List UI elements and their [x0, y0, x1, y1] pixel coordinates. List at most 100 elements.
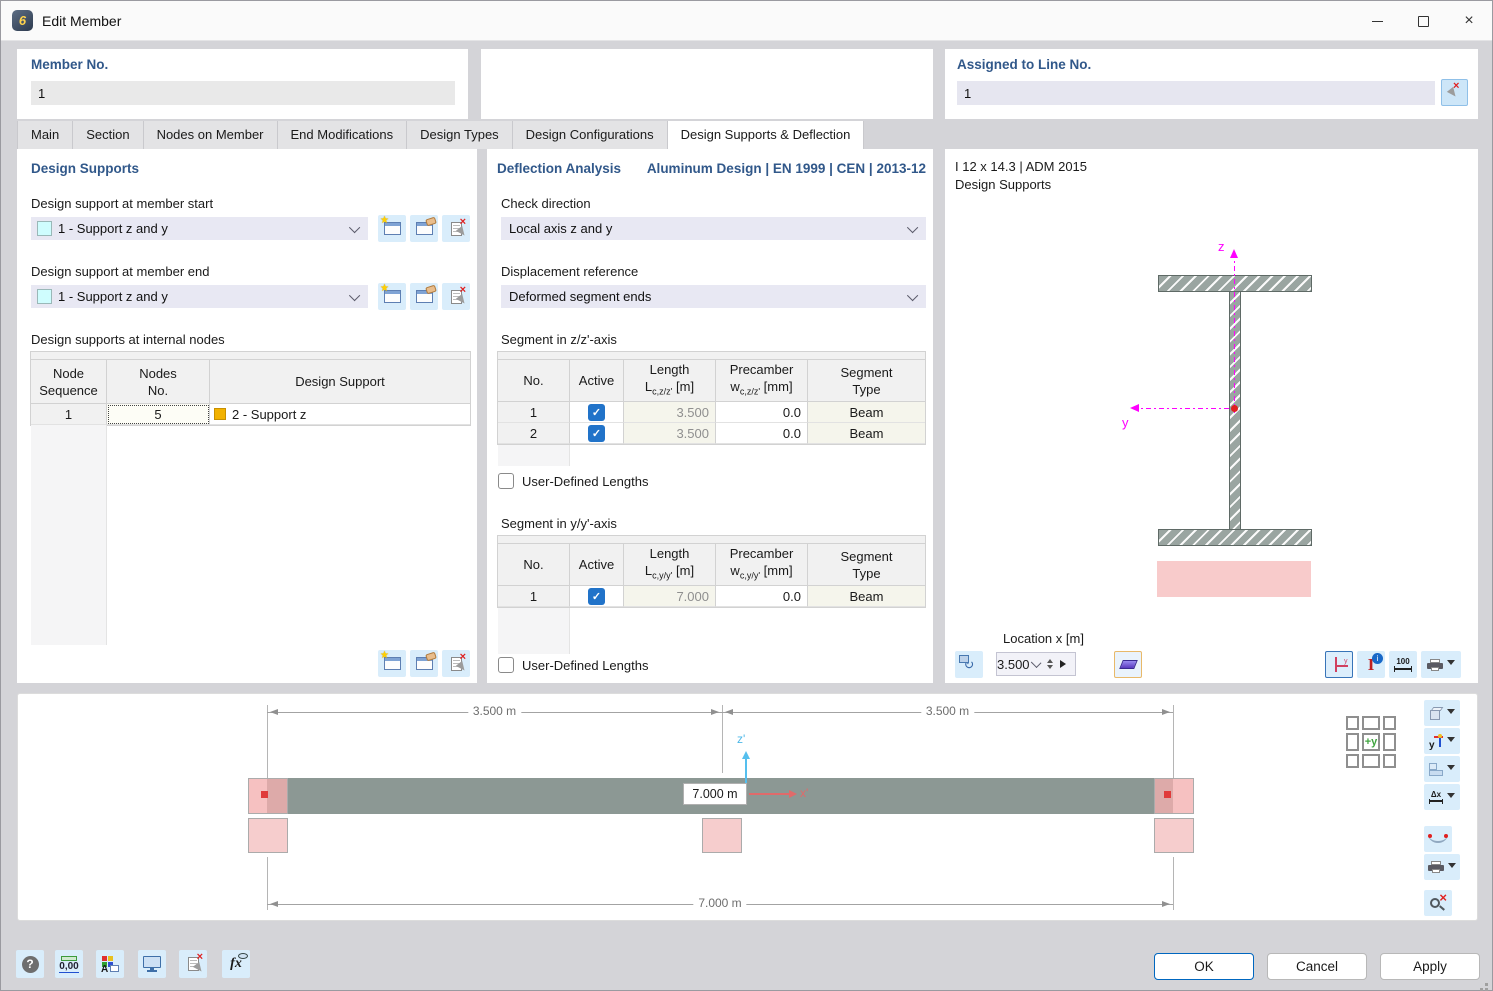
support-node-end[interactable] — [1154, 778, 1194, 814]
toggle-rendering-button[interactable]: ↻ — [955, 651, 983, 678]
minimize-button[interactable] — [1354, 1, 1400, 41]
delete-all-button[interactable]: × — [179, 950, 207, 978]
tab-main[interactable]: Main — [17, 121, 73, 149]
edit-support-end-button[interactable] — [410, 283, 438, 310]
segment-type-cell[interactable]: Beam — [808, 402, 925, 423]
delete-support-start-button[interactable]: × — [442, 215, 470, 242]
tab-design-configurations[interactable]: Design Configurations — [513, 121, 668, 149]
new-support-end-button[interactable]: ★ — [378, 283, 406, 310]
close-button[interactable]: × — [1446, 1, 1492, 41]
precamber-cell[interactable]: 0.0 — [716, 423, 808, 444]
location-x-spinner[interactable]: 3.500 — [996, 652, 1076, 676]
new-internal-support-button[interactable]: ★ — [378, 650, 406, 677]
step-forward-icon[interactable] — [1060, 660, 1070, 668]
extension-line — [722, 705, 723, 773]
print-section-button[interactable] — [1421, 651, 1461, 678]
location-x-value[interactable]: 3.500 — [997, 657, 1034, 672]
units-settings-button[interactable]: 0,00 — [55, 950, 83, 978]
precamber-cell[interactable]: 0.0 — [716, 586, 808, 607]
tab-nodes-on-member[interactable]: Nodes on Member — [144, 121, 278, 149]
delete-support-end-button[interactable]: × — [442, 283, 470, 310]
checkbox-checked[interactable]: ✓ — [588, 588, 605, 605]
solid-model-view-button[interactable] — [1424, 756, 1460, 782]
checkbox-checked[interactable]: ✓ — [588, 425, 605, 442]
user-defined-lengths-y[interactable]: User-Defined Lengths — [498, 657, 648, 673]
ok-button[interactable]: OK — [1154, 953, 1254, 980]
show-section-axes-button[interactable]: y — [1325, 651, 1353, 678]
section-info-button[interactable]: I i — [1357, 651, 1385, 678]
color-legend-icon: A — [101, 956, 119, 972]
display-properties-button[interactable]: A — [96, 950, 124, 978]
maximize-button[interactable] — [1400, 1, 1446, 41]
delete-internal-support-button[interactable]: × — [442, 650, 470, 677]
dimensions-button[interactable]: 100 — [1389, 651, 1417, 678]
member-no-input[interactable]: 1 — [31, 81, 455, 105]
length-cell: 7.000 — [624, 586, 716, 607]
edit-support-start-button[interactable] — [410, 215, 438, 242]
support-end-select[interactable]: 1 - Support z and y — [31, 285, 368, 308]
cell-nodes-no[interactable]: 5 — [107, 404, 210, 425]
tab-design-supports-deflection[interactable]: Design Supports & Deflection — [668, 121, 865, 149]
member-diagram-panel: 3.500 m 3.500 m 7.000 m z' x' 7.000 m — [17, 693, 1478, 921]
cancel-zoom-button[interactable]: × — [1424, 890, 1452, 916]
active-cell[interactable]: ✓ — [570, 423, 624, 444]
graphic-settings-button[interactable] — [138, 950, 166, 978]
col-segment-type: SegmentType — [808, 360, 925, 402]
section-subtitle: Design Supports — [955, 177, 1051, 192]
section-name: I 12 x 14.3 | ADM 2015 — [955, 159, 1087, 174]
isometric-view-button[interactable] — [1424, 700, 1460, 726]
dimension-display-button[interactable]: Δx — [1424, 784, 1460, 810]
dimension-label: 3.500 m — [468, 704, 521, 718]
dropdown-arrow — [1447, 709, 1455, 718]
render-view-button[interactable] — [1114, 651, 1142, 678]
active-cell[interactable]: ✓ — [570, 586, 624, 607]
segment-type-cell[interactable]: Beam — [808, 423, 925, 444]
active-cell[interactable]: ✓ — [570, 402, 624, 423]
spin-arrows[interactable] — [1047, 656, 1053, 672]
checkbox-unchecked[interactable] — [498, 473, 514, 489]
print-graphic-button[interactable] — [1424, 854, 1460, 880]
close-icon: × — [1464, 13, 1473, 29]
node-marker-start — [261, 791, 268, 798]
new-support-start-button[interactable]: ★ — [378, 215, 406, 242]
assigned-line-input[interactable]: 1 — [957, 81, 1435, 105]
checkbox-unchecked[interactable] — [498, 657, 514, 673]
x-prime-axis-line — [749, 793, 789, 795]
z-prime-axis-arrow — [742, 747, 750, 759]
rfem-app-icon: 6 — [12, 10, 33, 31]
user-defined-lengths-z[interactable]: User-Defined Lengths — [498, 473, 648, 489]
eye-icon — [238, 953, 248, 959]
magnifier-x-icon: × — [1430, 895, 1446, 911]
design-support-end-symbol — [1154, 818, 1194, 853]
support-node-start[interactable] — [248, 778, 288, 814]
tab-design-types[interactable]: Design Types — [407, 121, 513, 149]
support-end-value: 1 - Support z and y — [58, 289, 352, 304]
displacement-reference-value: Deformed segment ends — [509, 289, 910, 304]
help-button[interactable]: ? — [16, 950, 44, 978]
apply-button[interactable]: Apply — [1380, 953, 1480, 980]
cell-design-support[interactable]: 2 - Support z — [210, 404, 470, 425]
col-length: Length Lc,y/y' [m] — [624, 544, 716, 586]
segment-type-cell[interactable]: Beam — [808, 586, 925, 607]
ruler-100-icon: 100 — [1396, 658, 1409, 666]
cancel-button[interactable]: Cancel — [1267, 953, 1367, 980]
check-direction-select[interactable]: Local axis z and y — [501, 217, 926, 240]
tab-end-modifications[interactable]: End Modifications — [278, 121, 408, 149]
col-design-support: Design Support — [210, 360, 470, 404]
displacement-reference-label: Displacement reference — [501, 264, 638, 279]
edit-internal-support-button[interactable] — [410, 650, 438, 677]
tab-section[interactable]: Section — [73, 121, 143, 149]
support-start-select[interactable]: 1 - Support z and y — [31, 217, 368, 240]
resize-grip[interactable] — [1485, 983, 1488, 986]
axes-view-button[interactable]: y — [1424, 728, 1460, 754]
deflection-curve-button[interactable] — [1424, 826, 1452, 852]
clear-selection-button[interactable]: × — [1441, 79, 1468, 106]
displacement-reference-select[interactable]: Deformed segment ends — [501, 285, 926, 308]
checkbox-checked[interactable]: ✓ — [588, 404, 605, 421]
assigned-line-panel: Assigned to Line No. 1 × — [945, 49, 1478, 119]
extension-line — [1173, 857, 1174, 910]
precamber-cell[interactable]: 0.0 — [716, 402, 808, 423]
image-icon — [959, 655, 969, 663]
view-orientation-widget[interactable]: +y — [1346, 716, 1396, 768]
formula-visibility-button[interactable]: fx — [222, 950, 250, 978]
